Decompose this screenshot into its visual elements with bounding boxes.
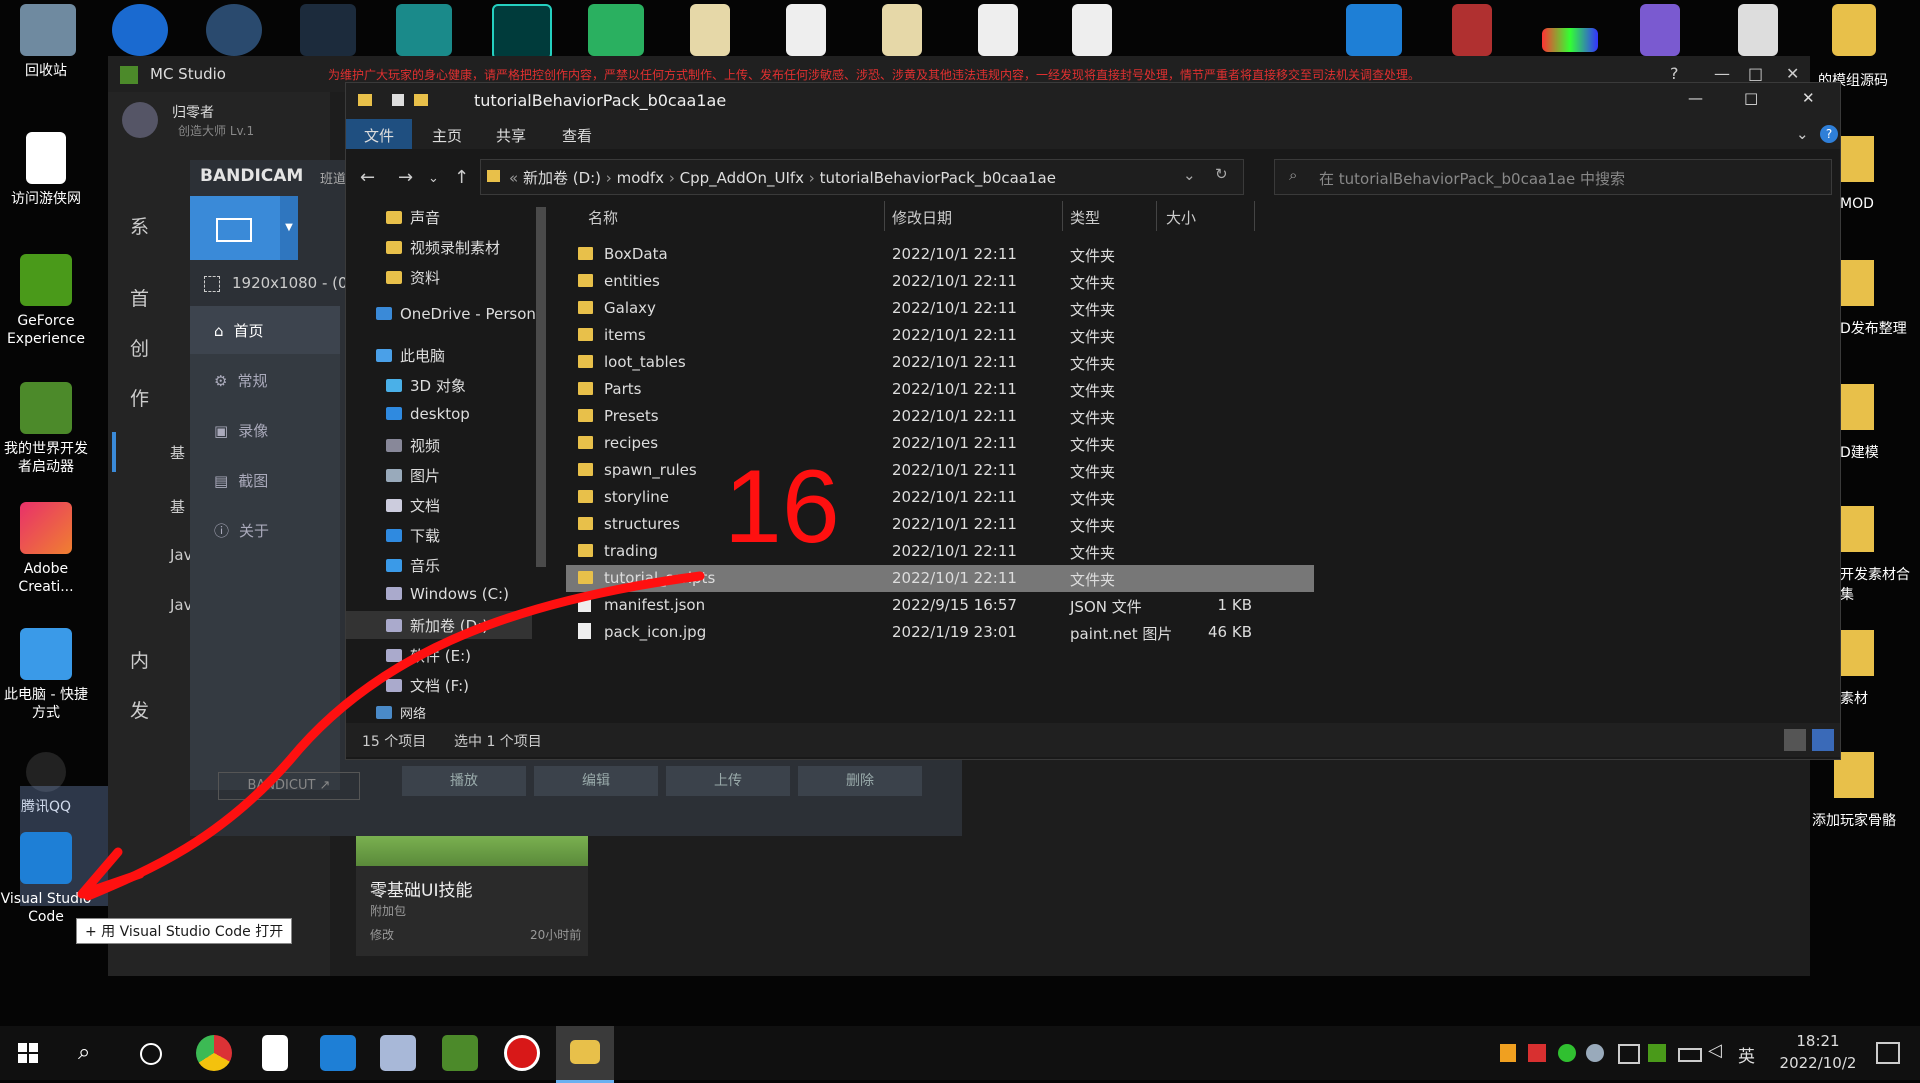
clock-date[interactable]: 2022/10/2 bbox=[1770, 1054, 1866, 1072]
drag-tooltip: + 用 Visual Studio Code 打开 bbox=[76, 918, 293, 944]
paint-net-icon[interactable] bbox=[380, 1035, 416, 1071]
volume-tray-icon[interactable]: ◁ bbox=[1708, 1040, 1722, 1061]
minecraft-studio-icon[interactable] bbox=[442, 1035, 478, 1071]
notepad-icon[interactable] bbox=[262, 1035, 288, 1071]
app-tray-icon[interactable] bbox=[1528, 1044, 1546, 1062]
vscode-icon[interactable] bbox=[320, 1035, 356, 1071]
steam-tray-icon[interactable] bbox=[1586, 1044, 1604, 1062]
security-tray-icon[interactable] bbox=[1500, 1044, 1516, 1062]
network-tray-icon[interactable] bbox=[1618, 1044, 1640, 1064]
windows-start-icon[interactable] bbox=[18, 1043, 38, 1063]
notification-icon[interactable] bbox=[1876, 1042, 1900, 1064]
ime-indicator[interactable]: 英 bbox=[1738, 1042, 1755, 1067]
arrow-stroke bbox=[83, 571, 705, 901]
battery-tray-icon[interactable] bbox=[1678, 1048, 1702, 1062]
arrow-head bbox=[77, 847, 145, 899]
bandicam-record-icon[interactable] bbox=[504, 1035, 540, 1071]
file-explorer-icon bbox=[570, 1040, 600, 1064]
clock-time[interactable]: 18:21 bbox=[1782, 1032, 1854, 1050]
app-tray-icon[interactable] bbox=[1558, 1044, 1576, 1062]
taskbar: ⌕ ◁ 英 18:21 2022/10/2 bbox=[0, 1026, 1920, 1083]
task-view-icon[interactable] bbox=[140, 1043, 162, 1065]
nvidia-tray-icon[interactable] bbox=[1648, 1044, 1666, 1062]
chrome-icon[interactable] bbox=[196, 1035, 232, 1071]
search-icon[interactable]: ⌕ bbox=[78, 1040, 90, 1065]
